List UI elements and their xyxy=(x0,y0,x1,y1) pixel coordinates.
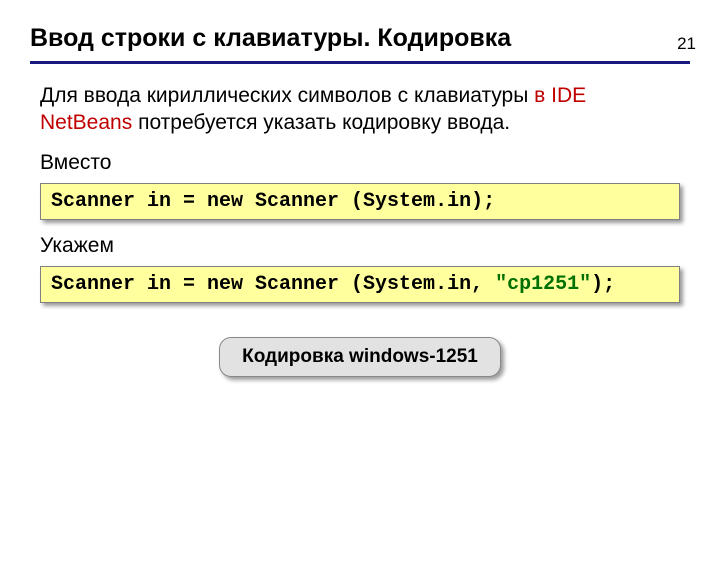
badge-container: Кодировка windows-1251 xyxy=(40,337,680,377)
label-before: Вместо xyxy=(40,151,680,175)
label-after: Укажем xyxy=(40,234,680,258)
title-rule xyxy=(30,61,690,64)
intro-paragraph: Для ввода кириллических символов с клави… xyxy=(40,82,680,137)
code-2-post: ); xyxy=(591,273,615,296)
code-1-text: Scanner in = new Scanner (System.in); xyxy=(51,190,495,213)
slide-title: Ввод строки с клавиатуры. Кодировка xyxy=(30,24,720,59)
code-2-pre: Scanner in = new Scanner (System.in, xyxy=(51,273,495,296)
page-number: 21 xyxy=(677,34,696,54)
code-block-2: Scanner in = new Scanner (System.in, "cp… xyxy=(40,266,680,303)
encoding-badge: Кодировка windows-1251 xyxy=(219,337,501,377)
intro-text-2: потребуется указать кодировку ввода. xyxy=(132,111,510,134)
code-2-encoding: "cp1251" xyxy=(495,273,591,296)
intro-text-1: Для ввода кириллических символов с клави… xyxy=(40,84,534,107)
code-block-1: Scanner in = new Scanner (System.in); xyxy=(40,183,680,220)
slide-content: Для ввода кириллических символов с клави… xyxy=(40,82,680,377)
